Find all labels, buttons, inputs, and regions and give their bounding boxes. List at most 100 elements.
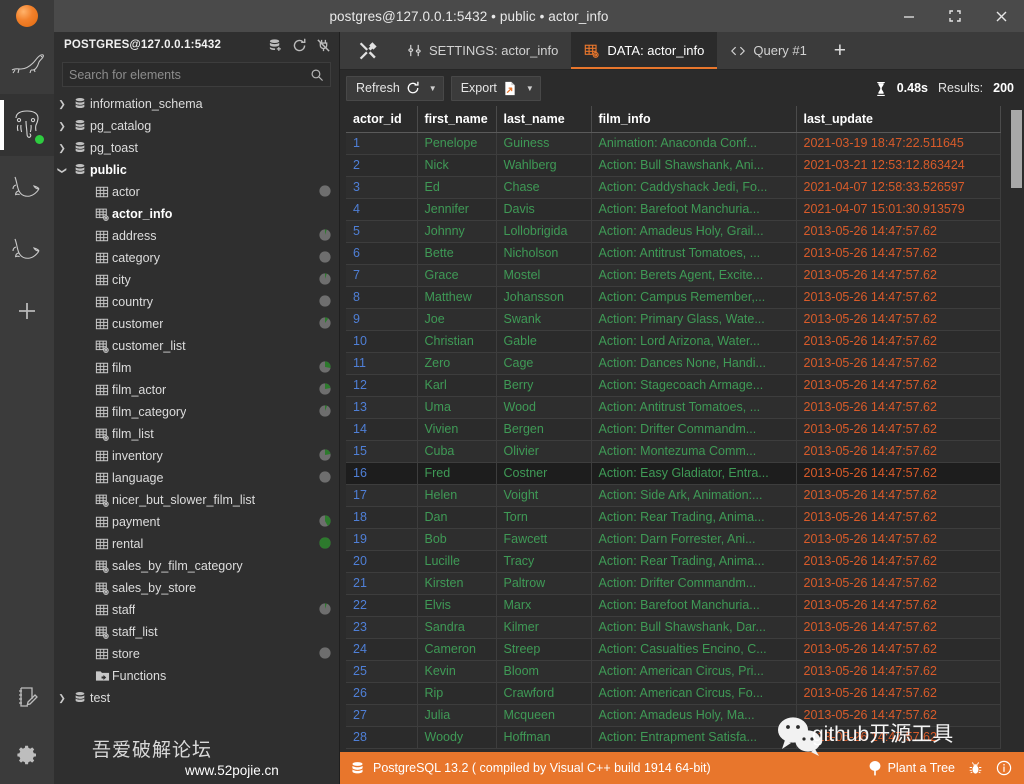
tree-item-staff-list[interactable]: staff_list: [54, 621, 339, 643]
tree-item-pg-catalog[interactable]: ❯ pg_catalog: [54, 115, 339, 137]
search-input[interactable]: [69, 67, 310, 82]
cell-film_info[interactable]: Action: Entrapment Satisfa...: [591, 726, 797, 749]
tree-item-pg-toast[interactable]: ❯ pg_toast: [54, 137, 339, 159]
tree-item-city[interactable]: city: [54, 269, 339, 291]
table-row[interactable]: 3 Ed Chase Action: Caddyshack Jedi, Fo... 20…: [346, 176, 1001, 199]
cell-last_update[interactable]: 2013-05-26 14:47:57.62: [796, 220, 1001, 243]
cell-last_update[interactable]: 2021-03-19 18:47:22.511645: [796, 132, 1001, 155]
table-row[interactable]: 2 Nick Wahlberg Action: Bull Shawshank, Ani…: [346, 154, 1001, 177]
cell-last_name[interactable]: Chase: [496, 176, 592, 199]
tree-item-sales-by-store[interactable]: sales_by_store: [54, 577, 339, 599]
table-row[interactable]: 22 Elvis Marx Action: Barefoot Manchuria...…: [346, 594, 1001, 617]
table-row[interactable]: 16 Fred Costner Action: Easy Gladiator, Ent…: [346, 462, 1001, 485]
table-row[interactable]: 17 Helen Voight Action: Side Ark, Animation…: [346, 484, 1001, 507]
tree-item-customer-list[interactable]: customer_list: [54, 335, 339, 357]
table-row[interactable]: 20 Lucille Tracy Action: Rear Trading, Anim…: [346, 550, 1001, 573]
tab-data-actor-info[interactable]: DATA: actor_info: [571, 32, 718, 69]
table-row[interactable]: 4 Jennifer Davis Action: Barefoot Manchuria…: [346, 198, 1001, 221]
tree-item-film-list[interactable]: film_list: [54, 423, 339, 445]
refresh-icon[interactable]: [292, 38, 307, 53]
tools-button[interactable]: [340, 32, 394, 69]
cell-film_info[interactable]: Action: Drifter Commandm...: [591, 572, 797, 595]
maximize-button[interactable]: [932, 0, 978, 32]
refresh-button[interactable]: Refresh ▼: [346, 75, 444, 101]
cell-last_name[interactable]: Marx: [496, 594, 592, 617]
cell-film_info[interactable]: Action: Amadeus Holy, Ma...: [591, 704, 797, 727]
table-row[interactable]: 26 Rip Crawford Action: American Circus, Fo…: [346, 682, 1001, 705]
tree-item-film-category[interactable]: film_category: [54, 401, 339, 423]
grid-vertical-scrollbar[interactable]: [1009, 106, 1024, 752]
cell-film_info[interactable]: Action: Bull Shawshank, Ani...: [591, 154, 797, 177]
cell-actor_id[interactable]: 2: [346, 154, 418, 177]
export-caret-icon[interactable]: ▼: [526, 84, 534, 93]
cell-last_update[interactable]: 2013-05-26 14:47:57.62: [796, 462, 1001, 485]
cell-actor_id[interactable]: 22: [346, 594, 418, 617]
cell-last_name[interactable]: Tracy: [496, 550, 592, 573]
cell-film_info[interactable]: Action: Dances None, Handi...: [591, 352, 797, 375]
chevron-right-icon[interactable]: ❯: [54, 99, 70, 110]
cell-first_name[interactable]: Zero: [417, 352, 497, 375]
cell-last_update[interactable]: 2013-05-26 14:47:57.62: [796, 660, 1001, 683]
plant-a-tree-button[interactable]: Plant a Tree: [868, 760, 955, 776]
cell-first_name[interactable]: Kirsten: [417, 572, 497, 595]
cell-last_update[interactable]: 2013-05-26 14:47:57.62: [796, 726, 1001, 749]
cell-first_name[interactable]: Lucille: [417, 550, 497, 573]
cell-first_name[interactable]: Ed: [417, 176, 497, 199]
cell-first_name[interactable]: Joe: [417, 308, 497, 331]
new-tab-button[interactable]: +: [820, 32, 860, 69]
cell-last_name[interactable]: Swank: [496, 308, 592, 331]
cell-first_name[interactable]: Uma: [417, 396, 497, 419]
cell-first_name[interactable]: Cameron: [417, 638, 497, 661]
tree-item-Functions[interactable]: Functions: [54, 665, 339, 687]
cell-last_update[interactable]: 2021-04-07 12:58:33.526597: [796, 176, 1001, 199]
cell-first_name[interactable]: Nick: [417, 154, 497, 177]
rail-item-mariadb[interactable]: [0, 32, 54, 94]
tree-item-category[interactable]: category: [54, 247, 339, 269]
refresh-caret-icon[interactable]: ▼: [429, 84, 437, 93]
cell-last_name[interactable]: Johansson: [496, 286, 592, 309]
tree-item-public[interactable]: ❯ public: [54, 159, 339, 181]
cell-last_name[interactable]: Davis: [496, 198, 592, 221]
cell-last_name[interactable]: Gable: [496, 330, 592, 353]
cell-last_update[interactable]: 2021-04-07 15:01:30.913579: [796, 198, 1001, 221]
tree-item-inventory[interactable]: inventory: [54, 445, 339, 467]
tree-item-store[interactable]: store: [54, 643, 339, 665]
cell-actor_id[interactable]: 24: [346, 638, 418, 661]
cell-actor_id[interactable]: 10: [346, 330, 418, 353]
chevron-right-icon[interactable]: ❯: [54, 121, 70, 132]
cell-actor_id[interactable]: 19: [346, 528, 418, 551]
cell-film_info[interactable]: Action: Barefoot Manchuria...: [591, 198, 797, 221]
cell-actor_id[interactable]: 11: [346, 352, 418, 375]
cell-first_name[interactable]: Vivien: [417, 418, 497, 441]
cell-last_update[interactable]: 2013-05-26 14:47:57.62: [796, 264, 1001, 287]
cell-first_name[interactable]: Julia: [417, 704, 497, 727]
cell-last_update[interactable]: 2013-05-26 14:47:57.62: [796, 374, 1001, 397]
cell-film_info[interactable]: Action: Montezuma Comm...: [591, 440, 797, 463]
cell-actor_id[interactable]: 27: [346, 704, 418, 727]
cell-actor_id[interactable]: 5: [346, 220, 418, 243]
table-row[interactable]: 11 Zero Cage Action: Dances None, Handi... 2…: [346, 352, 1001, 375]
cell-first_name[interactable]: Sandra: [417, 616, 497, 639]
cell-last_name[interactable]: Bloom: [496, 660, 592, 683]
table-row[interactable]: 7 Grace Mostel Action: Berets Agent, Excite…: [346, 264, 1001, 287]
cell-actor_id[interactable]: 15: [346, 440, 418, 463]
close-button[interactable]: [978, 0, 1024, 32]
tree-item-nicer-but-slower-film-list[interactable]: nicer_but_slower_film_list: [54, 489, 339, 511]
cell-first_name[interactable]: Jennifer: [417, 198, 497, 221]
cell-first_name[interactable]: Matthew: [417, 286, 497, 309]
cell-film_info[interactable]: Action: American Circus, Pri...: [591, 660, 797, 683]
tree-item-language[interactable]: language: [54, 467, 339, 489]
cell-last_name[interactable]: Mostel: [496, 264, 592, 287]
cell-actor_id[interactable]: 25: [346, 660, 418, 683]
cell-actor_id[interactable]: 7: [346, 264, 418, 287]
cell-actor_id[interactable]: 1: [346, 132, 418, 155]
tree-item-customer[interactable]: customer: [54, 313, 339, 335]
cell-first_name[interactable]: Dan: [417, 506, 497, 529]
cell-last_name[interactable]: Paltrow: [496, 572, 592, 595]
search-box[interactable]: [62, 62, 331, 87]
cell-film_info[interactable]: Action: Stagecoach Armage...: [591, 374, 797, 397]
tree-item-address[interactable]: address: [54, 225, 339, 247]
table-row[interactable]: 5 Johnny Lollobrigida Action: Amadeus Holy,…: [346, 220, 1001, 243]
cell-actor_id[interactable]: 20: [346, 550, 418, 573]
cell-first_name[interactable]: Woody: [417, 726, 497, 749]
